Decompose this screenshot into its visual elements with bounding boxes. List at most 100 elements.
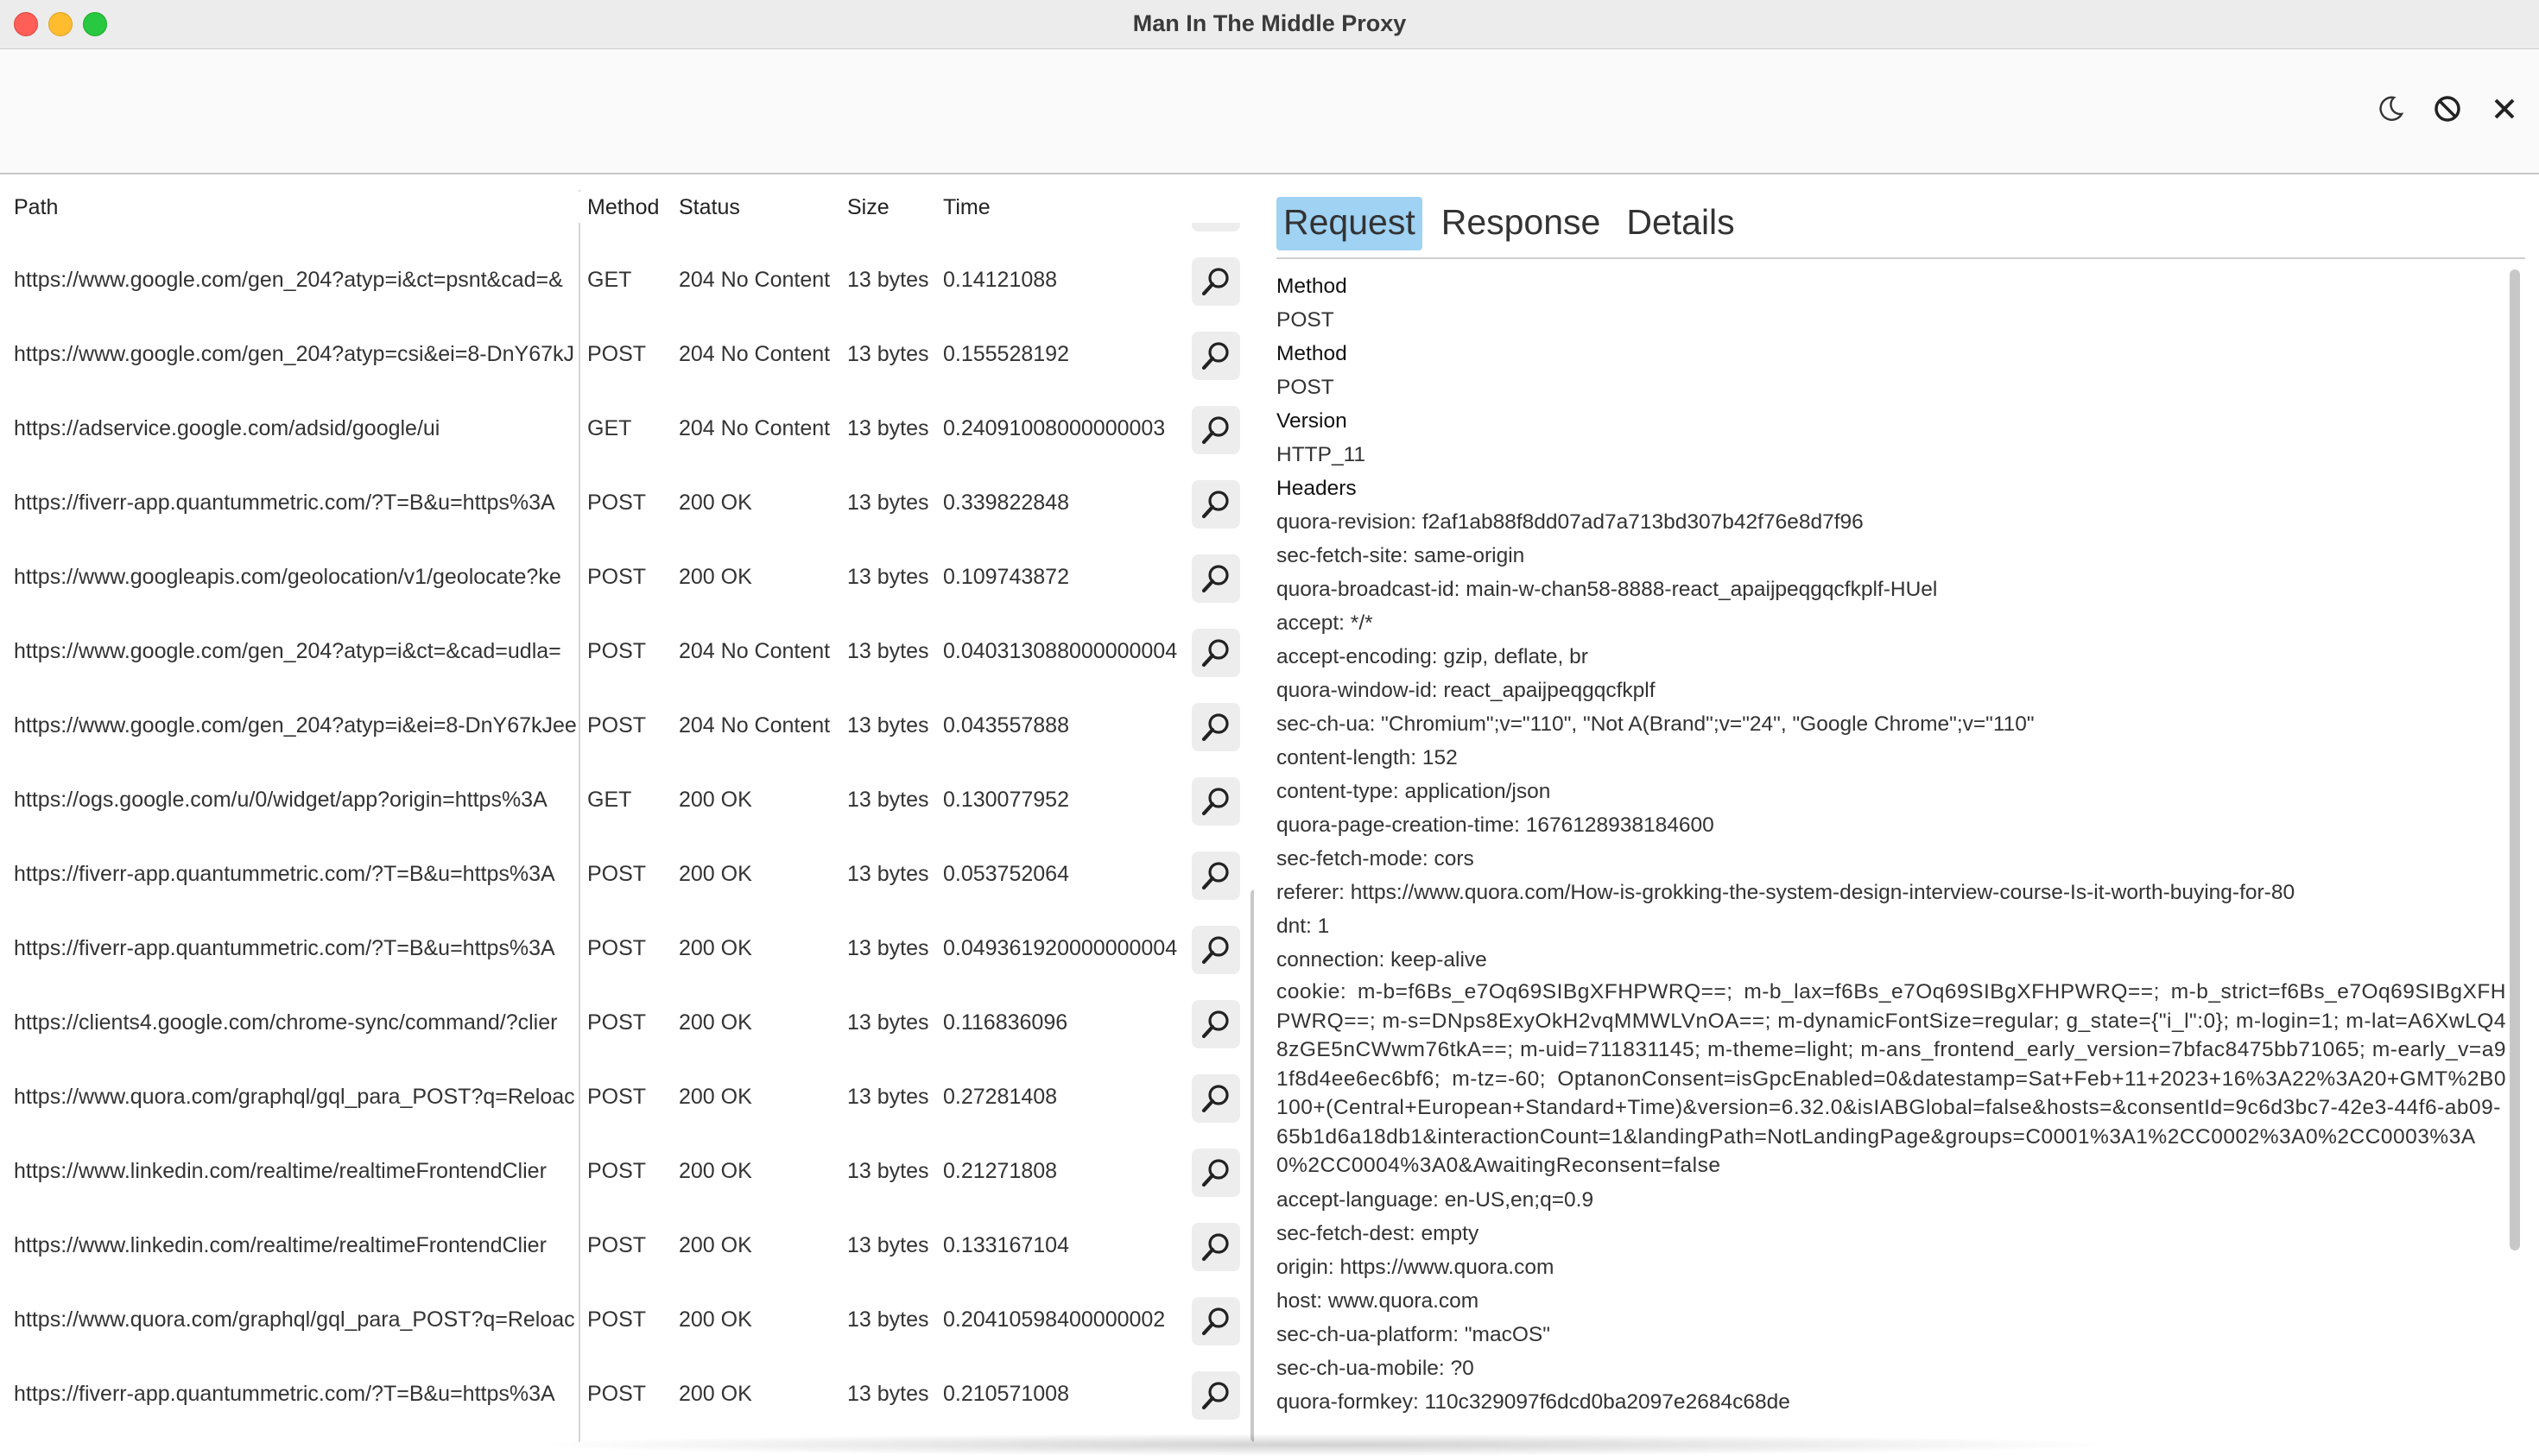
- inspect-button[interactable]: [1192, 1371, 1240, 1420]
- field-label: Version: [1276, 409, 1347, 433]
- column-header-time[interactable]: Time: [943, 195, 991, 220]
- row-status: 200 OK: [679, 1159, 752, 1183]
- table-row[interactable]: https://www.google.com/gen_204?atyp=i&ct…: [0, 245, 1244, 320]
- tab-response[interactable]: Response: [1434, 197, 1608, 250]
- column-header-status[interactable]: Status: [679, 195, 740, 220]
- table-row[interactable]: https://www.quora.com/graphql/gql_para_P…: [0, 1062, 1244, 1136]
- magnifier-icon: [1201, 713, 1229, 742]
- table-row[interactable]: https://clients4.google.com/chrome-sync/…: [0, 988, 1244, 1062]
- table-row[interactable]: https://www.googleapis.com/geolocation/v…: [0, 542, 1244, 617]
- field-value: POST: [1276, 376, 1334, 399]
- row-path: https://www.google.com/gen_204?atyp=i&ct…: [14, 639, 561, 663]
- moon-icon[interactable]: [2370, 88, 2411, 130]
- table-row[interactable]: https://www.google.com/gen_204?atyp=csi&…: [0, 320, 1244, 394]
- magnifier-icon: [1201, 491, 1229, 519]
- close-icon[interactable]: [2484, 88, 2525, 130]
- title-bar: Man In The Middle Proxy: [0, 0, 2539, 49]
- row-path: https://ogs.google.com/u/0/widget/app?or…: [14, 788, 548, 812]
- header-line: sec-fetch-mode: cors: [1276, 847, 1474, 870]
- table-row[interactable]: https://fiverr-app.quantummetric.com/?T=…: [0, 839, 1244, 914]
- header-line: origin: https://www.quora.com: [1276, 1255, 1554, 1279]
- detail-scrollbar-thumb[interactable]: [2510, 269, 2520, 1250]
- row-size: 13 bytes: [847, 416, 929, 440]
- table-row[interactable]: https://fiverr-app.quantummetric.com/?T=…: [0, 1359, 1244, 1434]
- table-row[interactable]: https://fiverr-app.quantummetric.com/?T=…: [0, 914, 1244, 988]
- tab-details[interactable]: Details: [1619, 197, 1741, 250]
- row-status: 200 OK: [679, 936, 752, 960]
- row-method: POST: [587, 1382, 647, 1406]
- magnifier-icon: [1201, 565, 1229, 593]
- inspect-button[interactable]: [1192, 1074, 1240, 1123]
- row-status: 204 No Content: [679, 416, 831, 440]
- table-row[interactable]: https://www.google.com/log?format=json&h…: [0, 223, 1244, 245]
- tabs-divider: [1276, 257, 2525, 259]
- window-title: Man In The Middle Proxy: [1132, 10, 1407, 36]
- row-time: 0.210571008: [943, 1382, 1069, 1406]
- table-row[interactable]: https://www.google.com/gen_204?atyp=i&ct…: [0, 617, 1244, 691]
- row-size: 13 bytes: [847, 268, 929, 292]
- column-header-path[interactable]: Path: [14, 195, 58, 220]
- magnifier-icon: [1201, 788, 1229, 816]
- row-size: 13 bytes: [847, 1233, 929, 1257]
- row-method: POST: [587, 565, 647, 589]
- row-size: 13 bytes: [847, 1159, 929, 1183]
- magnifier-icon: [1201, 1085, 1229, 1113]
- row-status: 200 OK: [679, 1307, 752, 1332]
- table-row[interactable]: https://www.linkedin.com/realtime/realti…: [0, 1211, 1244, 1285]
- inspect-button[interactable]: [1192, 554, 1240, 603]
- magnifier-icon: [1201, 936, 1229, 965]
- table-row[interactable]: https://www.quora.com/graphql/gql_para_P…: [0, 1285, 1244, 1359]
- table-row[interactable]: https://www.google.com/gen_204?atyp=i&ei…: [0, 691, 1244, 765]
- inspect-button[interactable]: [1192, 332, 1240, 380]
- row-path: https://fiverr-app.quantummetric.com/?T=…: [14, 936, 555, 960]
- inspect-button[interactable]: [1192, 1000, 1240, 1048]
- inspect-button[interactable]: [1192, 926, 1240, 974]
- magnifier-icon: [1201, 1307, 1229, 1336]
- row-method: POST: [587, 1085, 647, 1109]
- row-method: POST: [587, 491, 647, 515]
- inspect-button[interactable]: [1192, 1149, 1240, 1197]
- row-method: GET: [587, 416, 632, 440]
- column-header-method[interactable]: Method: [587, 195, 659, 220]
- inspect-button[interactable]: [1192, 629, 1240, 677]
- row-path: https://clients4.google.com/chrome-sync/…: [14, 1010, 558, 1035]
- row-time: 0.109743872: [943, 565, 1069, 589]
- row-time: 0.20410598400000002: [943, 1307, 1166, 1332]
- inspect-button[interactable]: [1192, 851, 1240, 900]
- magnifier-icon: [1201, 416, 1229, 445]
- detail-tabs: Request Response Details: [1276, 197, 1742, 250]
- field-label: Method: [1276, 342, 1347, 365]
- header-line: content-type: application/json: [1276, 780, 1551, 803]
- row-status: 200 OK: [679, 1085, 752, 1109]
- inspect-button[interactable]: [1192, 480, 1240, 529]
- row-size: 13 bytes: [847, 342, 929, 366]
- column-divider[interactable]: [579, 190, 580, 1442]
- headers-label: Headers: [1276, 477, 1357, 500]
- block-icon[interactable]: [2427, 88, 2468, 130]
- inspect-button[interactable]: [1192, 703, 1240, 751]
- row-path: https://www.google.com/gen_204?atyp=i&ct…: [14, 268, 563, 292]
- header-line: referer: https://www.quora.com/How-is-gr…: [1276, 881, 2295, 904]
- inspect-button[interactable]: [1192, 1297, 1240, 1345]
- inspect-button[interactable]: [1192, 406, 1240, 454]
- header-line: quora-page-creation-time: 16761289381846…: [1276, 813, 1714, 837]
- inspect-button[interactable]: [1192, 257, 1240, 306]
- header-line: sec-ch-ua-platform: "macOS": [1276, 1322, 1550, 1346]
- row-size: 13 bytes: [847, 1085, 929, 1109]
- magnifier-icon: [1201, 1382, 1229, 1410]
- inspect-button[interactable]: [1192, 223, 1240, 231]
- table-row[interactable]: https://ogs.google.com/u/0/widget/app?or…: [0, 765, 1244, 839]
- header-line: accept: */*: [1276, 611, 1373, 635]
- table-row[interactable]: https://fiverr-app.quantummetric.com/?T=…: [0, 468, 1244, 542]
- row-method: POST: [587, 1159, 647, 1183]
- magnifier-icon: [1201, 862, 1229, 890]
- row-size: 13 bytes: [847, 1307, 929, 1332]
- magnifier-icon: [1201, 1010, 1229, 1039]
- inspect-button[interactable]: [1192, 1223, 1240, 1271]
- inspect-button[interactable]: [1192, 777, 1240, 826]
- column-header-size[interactable]: Size: [847, 195, 890, 220]
- table-row[interactable]: https://adservice.google.com/adsid/googl…: [0, 394, 1244, 468]
- tab-request[interactable]: Request: [1276, 197, 1422, 250]
- row-path: https://www.google.com/gen_204?atyp=i&ei…: [14, 713, 577, 737]
- table-row[interactable]: https://www.linkedin.com/realtime/realti…: [0, 1136, 1244, 1211]
